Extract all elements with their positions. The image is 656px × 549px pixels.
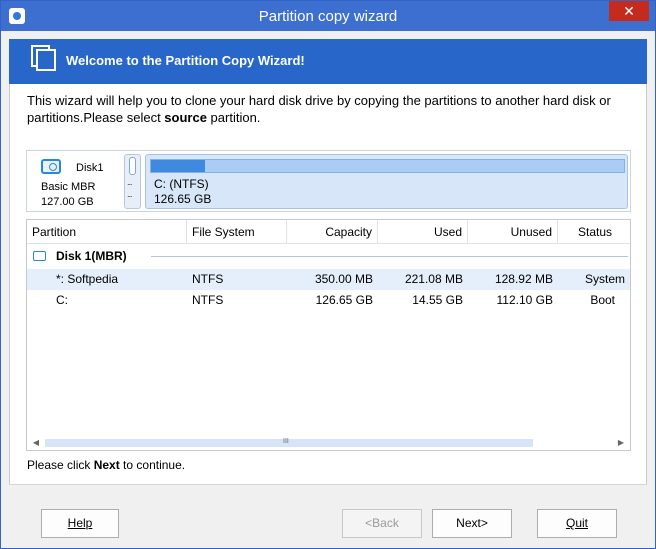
intro-bold: source	[164, 110, 207, 125]
continue-before: Please click	[27, 458, 94, 472]
cell-file-system: NTFS	[192, 293, 224, 307]
table-row[interactable]: C: NTFS 126.65 GB 14.55 GB 112.10 GB Boo…	[27, 290, 630, 311]
wizard-window: Partition copy wizard ✕ Welcome to the P…	[0, 0, 656, 549]
column-header-unused[interactable]: Unused	[468, 220, 558, 244]
group-divider	[151, 256, 628, 257]
partition-capacity: 126.65 GB	[154, 192, 212, 206]
quit-button-label: Quit	[565, 516, 588, 530]
scroll-right-icon[interactable]: ▶	[616, 438, 626, 448]
table-row[interactable]: *: Softpedia NTFS 350.00 MB 221.08 MB 12…	[27, 269, 630, 290]
partition-small-dots: ...	[127, 189, 132, 199]
help-button[interactable]: Help	[41, 509, 119, 538]
column-header-capacity[interactable]: Capacity	[287, 220, 378, 244]
partition-block-small[interactable]: ... ...	[124, 154, 141, 209]
window-title: Partition copy wizard	[258, 8, 398, 25]
cell-status: System	[584, 272, 625, 286]
cell-file-system: NTFS	[192, 272, 224, 286]
disk-name: Disk1	[76, 162, 104, 174]
cell-capacity: 126.65 GB	[315, 293, 373, 307]
back-button[interactable]: <Back	[342, 509, 422, 538]
table-header: Partition File System Capacity Used Unus…	[27, 220, 630, 244]
title-bar[interactable]: Partition copy wizard ✕	[1, 1, 655, 31]
disk-info[interactable]: Disk1 Basic MBR 127.00 GB	[27, 151, 120, 211]
partition-table: Partition File System Capacity Used Unus…	[26, 219, 631, 451]
partition-label: C: (NTFS)	[154, 177, 209, 191]
cell-partition: *: Softpedia	[56, 272, 119, 286]
column-header-status[interactable]: Status	[558, 220, 630, 244]
disk-group-label: Disk 1(MBR)	[56, 249, 127, 263]
column-header-file-system[interactable]: File System	[187, 220, 287, 244]
column-header-partition[interactable]: Partition	[27, 220, 187, 244]
partition-small-usage-bar	[129, 157, 136, 175]
banner-title: Welcome to the Partition Copy Wizard!	[66, 53, 305, 68]
disk-group-row: Disk 1(MBR)	[27, 245, 630, 267]
intro-text-after: partition.	[206, 110, 261, 125]
cell-used: 14.55 GB	[412, 293, 463, 307]
cell-partition: C:	[56, 293, 68, 307]
disk-size: 127.00 GB	[41, 196, 94, 208]
horizontal-scrollbar[interactable]: ◀ III ▶	[27, 436, 630, 450]
partition-usage-bar	[150, 159, 625, 173]
disk-map: Disk1 Basic MBR 127.00 GB ... ... C: (NT…	[26, 150, 631, 212]
intro-text: This wizard will help you to clone your …	[27, 92, 627, 126]
disk-type: Basic MBR	[41, 181, 96, 193]
cell-status: Boot	[590, 293, 615, 307]
cell-unused: 128.92 MB	[494, 272, 553, 286]
partition-small-dots: ...	[127, 177, 132, 187]
column-header-used[interactable]: Used	[378, 220, 468, 244]
button-bar: Help <Back Next> Quit	[9, 484, 647, 542]
intro-text-before: This wizard will help you to clone your …	[27, 93, 611, 125]
next-button-label: Next>	[456, 516, 488, 530]
help-button-label: Help	[67, 516, 93, 530]
copy-pages-icon	[31, 45, 56, 71]
hard-disk-icon	[33, 251, 46, 261]
scroll-left-icon[interactable]: ◀	[31, 438, 41, 448]
continue-after: to continue.	[119, 458, 186, 472]
close-icon: ✕	[623, 3, 635, 19]
quit-button[interactable]: Quit	[537, 509, 617, 538]
hard-disk-icon	[41, 159, 61, 174]
scroll-thumb[interactable]	[45, 439, 533, 447]
partition-block-c[interactable]: C: (NTFS) 126.65 GB	[145, 154, 628, 209]
header-banner: Welcome to the Partition Copy Wizard!	[9, 39, 647, 84]
back-button-label: <Back	[365, 516, 399, 530]
partition-usage-fill	[151, 160, 206, 172]
cell-capacity: 350.00 MB	[314, 272, 373, 286]
cell-unused: 112.10 GB	[496, 293, 553, 307]
continue-hint: Please click Next to continue.	[27, 458, 185, 472]
scroll-grip-icon: III	[283, 438, 289, 445]
next-button[interactable]: Next>	[432, 509, 512, 538]
continue-bold: Next	[93, 458, 120, 472]
cell-used: 221.08 MB	[404, 272, 463, 286]
close-button[interactable]: ✕	[609, 1, 649, 21]
